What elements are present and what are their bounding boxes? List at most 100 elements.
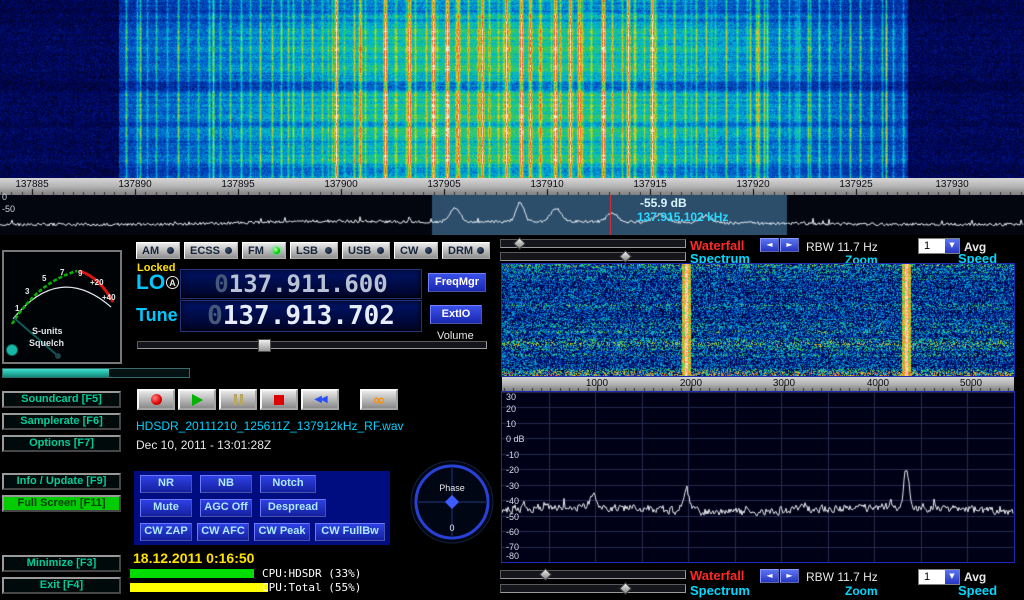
waterfall-slider-1[interactable] — [500, 239, 686, 248]
nr-button[interactable]: NR — [140, 475, 192, 493]
cursor-db-readout: -55.9 dB — [640, 196, 687, 210]
rewind-icon: ◀◀ — [314, 394, 325, 405]
rbw-decrease-button-bottom[interactable]: ◄ — [760, 569, 779, 583]
avg-select-bottom[interactable]: 1▼ — [918, 569, 960, 585]
record-button[interactable] — [137, 389, 175, 410]
cpu-total-label: CPU:Total (55%) — [262, 581, 361, 594]
freq-tick-label: 137930 — [935, 179, 968, 190]
rbw-label-bottom: RBW 11.7 Hz — [806, 570, 878, 584]
phase-label: Phase — [439, 483, 465, 493]
stop-button[interactable] — [260, 389, 298, 410]
volume-slider-thumb[interactable] — [258, 339, 271, 352]
info-update-button[interactable]: Info / Update [F9] — [2, 473, 121, 490]
cw-afc-button[interactable]: CW AFC — [197, 523, 249, 541]
notch-button[interactable]: Notch — [260, 475, 316, 493]
mini-spectrum-axis-top: 0 — [2, 192, 7, 202]
spectrum-slider-2[interactable] — [500, 584, 686, 593]
waterfall-slider-2[interactable] — [500, 570, 686, 579]
s-meter-tick: 1 — [15, 304, 20, 313]
cursor-freq-readout: 137.915.102 kHz — [637, 210, 728, 224]
pause-button[interactable] — [219, 389, 257, 410]
full-screen-button[interactable]: Full Screen [F11] — [2, 495, 121, 512]
rf-frequency-scale[interactable]: 1000 2000 3000 4000 5000 — [502, 377, 1014, 391]
db-axis-label: -40 — [506, 496, 519, 506]
waterfall-slider-1-thumb[interactable] — [513, 237, 526, 250]
rbw-label: RBW 11.7 Hz — [806, 240, 878, 254]
frequency-scale[interactable]: 137885 137890 137895 137900 137905 13791… — [0, 178, 1024, 195]
minimize-button[interactable]: Minimize [F3] — [2, 555, 121, 572]
exit-button[interactable]: Exit [F4] — [2, 577, 121, 594]
options-button[interactable]: Options [F7] — [2, 435, 121, 452]
lo-label: LO — [136, 271, 165, 295]
file-name: HDSDR_20111210_125611Z_137912kHz_RF.wav — [136, 419, 404, 433]
agc-off-button[interactable]: AGC Off — [200, 499, 252, 517]
mini-spectrum[interactable]: 0 -50 -55.9 dB 137.915.102 kHz — [0, 195, 1024, 235]
main-waterfall[interactable] — [0, 0, 1024, 178]
dropdown-arrow-icon[interactable]: ▼ — [945, 239, 959, 253]
mode-button-fm[interactable]: FM — [242, 242, 286, 259]
lo-display[interactable]: 0137.911.600 — [180, 269, 422, 299]
lo-value-dim: 0 — [214, 270, 228, 298]
rbw-increase-button-bottom[interactable]: ► — [780, 569, 799, 583]
waterfall-slider-2-thumb[interactable] — [539, 568, 552, 581]
avg-select-value: 1 — [924, 240, 930, 252]
s-meter-tick: 5 — [42, 274, 47, 283]
mode-button-am[interactable]: AM — [136, 242, 180, 259]
soundcard-button[interactable]: Soundcard [F5] — [2, 391, 121, 408]
loop-button[interactable]: ∞ — [360, 389, 398, 410]
freqmgr-button[interactable]: FreqMgr — [428, 273, 486, 292]
freq-tick-label: 137910 — [530, 179, 563, 190]
mode-button-drm[interactable]: DRM — [442, 242, 490, 259]
record-icon — [151, 394, 162, 405]
mode-button-lsb[interactable]: LSB — [290, 242, 338, 259]
play-button[interactable] — [178, 389, 216, 410]
cw-led-icon — [425, 247, 432, 254]
mode-button-usb[interactable]: USB — [342, 242, 390, 259]
dropdown-arrow-icon[interactable]: ▼ — [945, 570, 959, 584]
rf-tick-label: 1000 — [586, 378, 608, 389]
usb-led-icon — [377, 247, 384, 254]
db-axis-label: -30 — [506, 481, 519, 491]
rbw-increase-button[interactable]: ► — [780, 238, 799, 252]
spectrum-slider-1[interactable] — [500, 252, 686, 261]
mini-spectrum-trace — [0, 195, 1024, 235]
drm-led-icon — [477, 247, 484, 254]
avg-select[interactable]: 1▼ — [918, 238, 960, 254]
cw-peak-button[interactable]: CW Peak — [254, 523, 310, 541]
rbw-decrease-button[interactable]: ◄ — [760, 238, 779, 252]
mode-button-cw[interactable]: CW — [394, 242, 438, 259]
loop-icon: ∞ — [373, 391, 386, 409]
spectrum-slider-2-thumb[interactable] — [619, 582, 632, 595]
lsb-led-icon — [325, 247, 332, 254]
db-axis-label: 20 — [506, 404, 516, 414]
volume-slider[interactable] — [137, 341, 487, 349]
s-meter[interactable]: 1 3 5 7 9 +20 +40 S-units Squelch — [2, 250, 122, 364]
zoom-label-bottom: Zoom — [845, 584, 878, 598]
rf-spectrum[interactable]: 30 20 10 0 dB -10 -20 -30 -40 -50 -60 -7… — [502, 392, 1014, 562]
squelch-slider[interactable] — [2, 368, 190, 378]
squelch-slider-fill — [3, 369, 109, 377]
despread-button[interactable]: Despread — [260, 499, 326, 517]
mode-label: AM — [142, 245, 159, 257]
lo-a-badge[interactable]: A — [166, 276, 179, 289]
s-units-label: S-units — [32, 326, 63, 336]
nb-button[interactable]: NB — [200, 475, 252, 493]
phase-dial[interactable]: Phase 0 — [408, 458, 496, 546]
samplerate-button[interactable]: Samplerate [F6] — [2, 413, 121, 430]
tune-display[interactable]: 0137.913.702 — [180, 300, 422, 332]
spectrum-slider-1-thumb[interactable] — [619, 250, 632, 263]
cw-zap-button[interactable]: CW ZAP — [140, 523, 192, 541]
freq-tick-label: 137915 — [633, 179, 666, 190]
mode-label: LSB — [296, 245, 318, 257]
mode-button-ecss[interactable]: ECSS — [184, 242, 238, 259]
rf-waterfall[interactable] — [502, 264, 1014, 376]
squelch-knob[interactable] — [7, 345, 18, 356]
avg-select-value: 1 — [924, 571, 930, 583]
mute-button[interactable]: Mute — [140, 499, 192, 517]
lo-value: 137.911.600 — [229, 270, 388, 298]
extio-button[interactable]: ExtIO — [430, 305, 482, 324]
pause-icon — [234, 394, 237, 405]
rewind-button[interactable]: ◀◀ — [301, 389, 339, 410]
rf-waterfall-canvas — [502, 264, 1014, 376]
cw-fullbw-button[interactable]: CW FullBw — [315, 523, 385, 541]
